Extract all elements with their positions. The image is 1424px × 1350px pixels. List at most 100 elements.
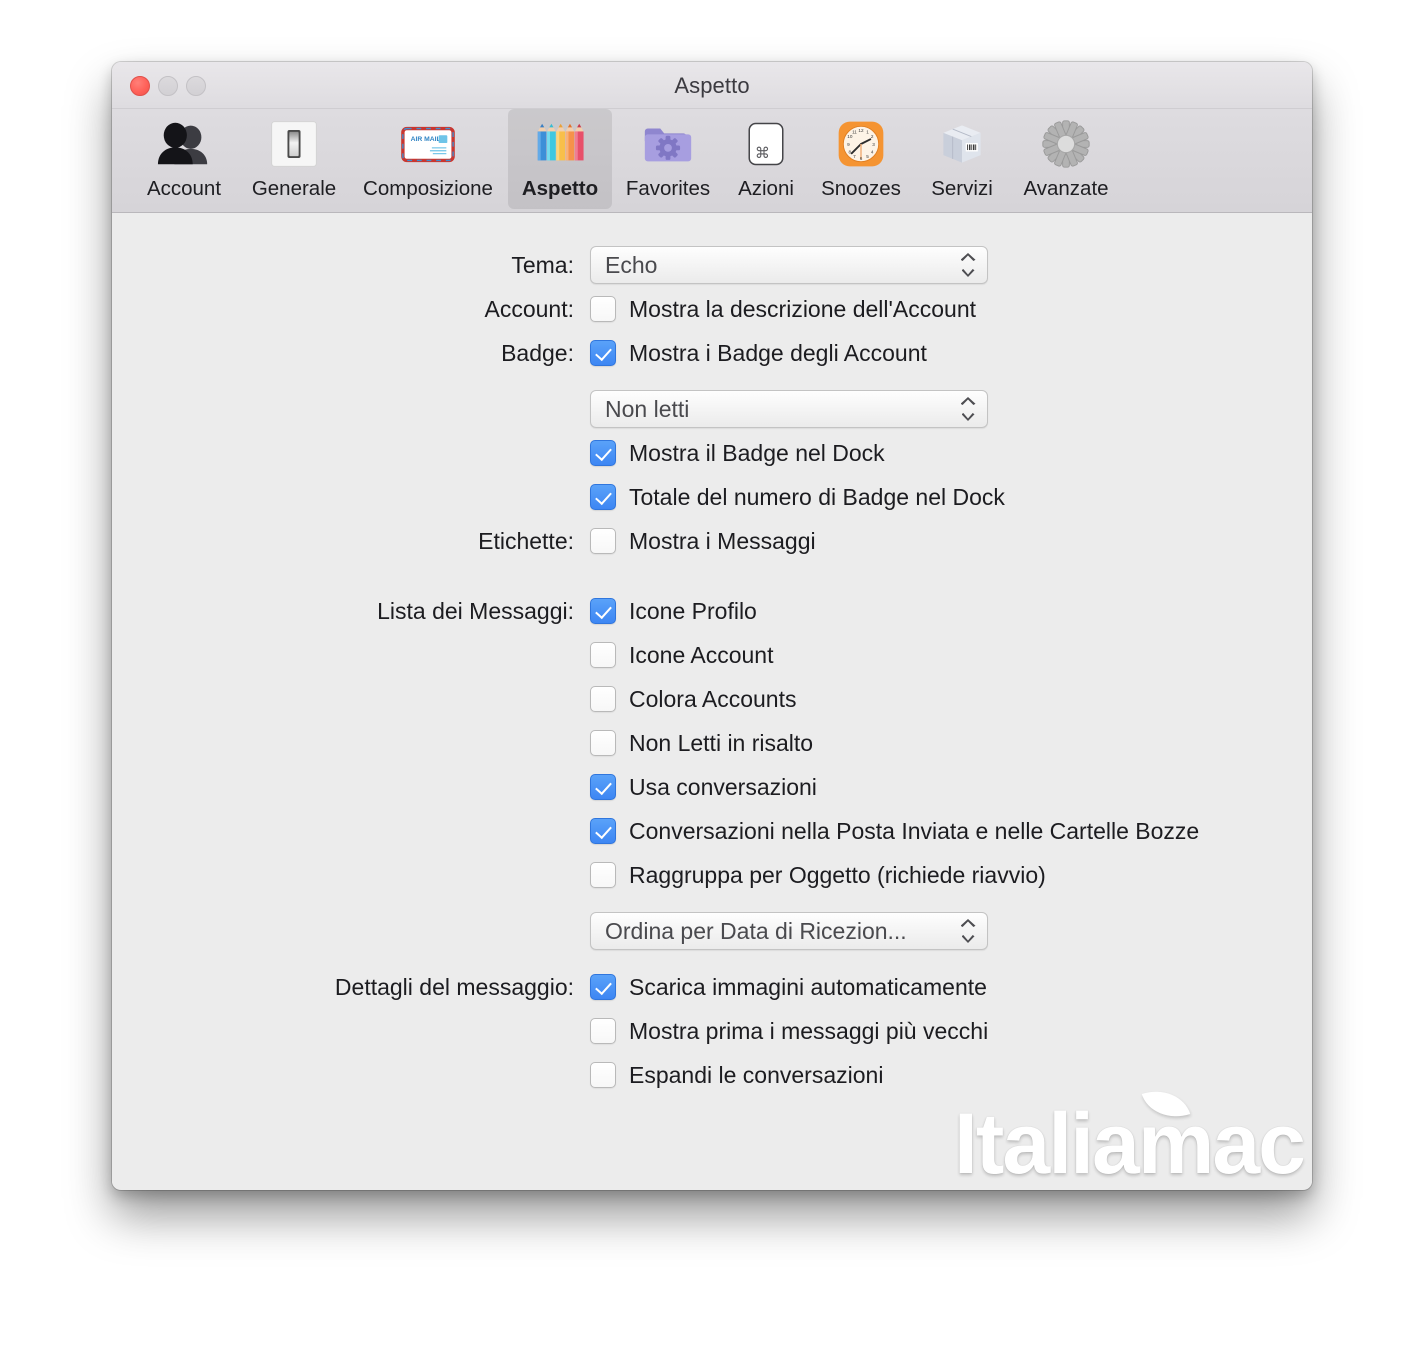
checkbox-scarica-immagini[interactable]: Scarica immagini automaticamente — [590, 974, 987, 1001]
checkbox-box-icon[interactable] — [590, 1018, 616, 1044]
checkbox-box-icon[interactable] — [590, 730, 616, 756]
row-colora-accounts: Colora Accounts — [112, 677, 1312, 721]
toolbar-tab-generale-label: Generale — [251, 177, 337, 200]
toolbar-tab-avanzate-label: Avanzate — [1023, 177, 1109, 200]
dettagli-messaggio-label: Dettagli del messaggio: — [334, 973, 574, 1000]
checkbox-conversazioni-posta-inviata-bozze[interactable]: Conversazioni nella Posta Inviata e nell… — [590, 818, 1199, 845]
checkbox-label: Espandi le conversazioni — [629, 1061, 884, 1088]
checkbox-label: Conversazioni nella Posta Inviata e nell… — [629, 817, 1200, 844]
checkbox-mostra-badge-account[interactable]: Mostra i Badge degli Account — [590, 340, 927, 367]
toolbar-tab-azioni[interactable]: ⌘ Azioni — [724, 109, 808, 209]
checkbox-box-icon[interactable] — [590, 642, 616, 668]
checkbox-raggruppa-per-oggetto[interactable]: Raggruppa per Oggetto (richiede riavvio) — [590, 862, 1046, 889]
row-badge-total-dock: Totale del numero di Badge nel Dock — [112, 475, 1312, 519]
checkbox-mostra-descrizione-account[interactable]: Mostra la descrizione dell'Account — [590, 296, 976, 323]
checkbox-icone-profilo[interactable]: Icone Profilo — [590, 598, 757, 625]
package-box-icon — [933, 115, 991, 173]
row-dettagli-messaggio: Dettagli del messaggio: Scarica immagini… — [112, 965, 1312, 1009]
row-badge-dock: Mostra il Badge nel Dock — [112, 431, 1312, 475]
checkbox-box-icon[interactable] — [590, 774, 616, 800]
toolbar-tab-servizi-label: Servizi — [931, 177, 993, 200]
window-title: Aspetto — [674, 73, 750, 98]
checkbox-box-icon[interactable] — [590, 686, 616, 712]
checkbox-totale-badge-dock[interactable]: Totale del numero di Badge nel Dock — [590, 484, 1005, 511]
sort-order-select[interactable]: Ordina per Data di Ricezion... — [590, 912, 988, 950]
checkbox-box-icon[interactable] — [590, 862, 616, 888]
row-espandi-conversazioni: Espandi le conversazioni — [112, 1053, 1312, 1097]
checkbox-box-icon[interactable] — [590, 818, 616, 844]
checkbox-box-icon[interactable] — [590, 296, 616, 322]
checkbox-box-icon[interactable] — [590, 974, 616, 1000]
row-tema: Tema: Echo — [112, 243, 1312, 287]
checkbox-label: Mostra i Messaggi — [629, 527, 816, 554]
toolbar-tab-aspetto[interactable]: Aspetto — [508, 109, 612, 209]
checkbox-label: Mostra il Badge nel Dock — [629, 439, 885, 466]
checkbox-usa-conversazioni[interactable]: Usa conversazioni — [590, 774, 817, 801]
tema-select-value: Echo — [605, 251, 658, 278]
airmail-icon: AIR MAIL — [399, 115, 457, 173]
checkbox-box-icon[interactable] — [590, 528, 616, 554]
tema-label: Tema: — [511, 251, 574, 278]
pencils-icon — [531, 115, 589, 173]
toolbar-tab-favorites[interactable]: Favorites — [612, 109, 724, 209]
toolbar-tab-avanzate[interactable]: Avanzate — [1010, 109, 1122, 209]
badge-label: Badge: — [501, 339, 574, 366]
toolbar-tab-aspetto-label: Aspetto — [521, 177, 599, 200]
row-non-letti-risalto: Non Letti in risalto — [112, 721, 1312, 765]
window-titlebar: Aspetto — [112, 62, 1312, 109]
checkbox-label: Colora Accounts — [629, 685, 797, 712]
svg-text:8: 8 — [849, 149, 852, 154]
checkbox-label: Usa conversazioni — [629, 773, 817, 800]
clock-icon: 12 3 6 9 1 2 4 5 7 8 10 11 — [832, 115, 890, 173]
svg-text:7: 7 — [853, 154, 856, 159]
toolbar-tab-favorites-label: Favorites — [625, 177, 711, 200]
folder-gear-icon — [639, 115, 697, 173]
checkbox-non-letti-in-risalto[interactable]: Non Letti in risalto — [590, 730, 813, 757]
badge-mode-select-value: Non letti — [605, 395, 690, 422]
checkbox-mostra-messaggi[interactable]: Mostra i Messaggi — [590, 528, 816, 555]
row-ordina-select: Ordina per Data di Ricezion... — [112, 909, 1312, 953]
checkbox-mostra-prima-messaggi-vecchi[interactable]: Mostra prima i messaggi più vecchi — [590, 1018, 988, 1045]
toolbar-tab-snoozes-label: Snoozes — [821, 177, 901, 200]
svg-text:AIR MAIL: AIR MAIL — [411, 136, 441, 143]
badge-mode-select[interactable]: Non letti — [590, 390, 988, 428]
svg-text:10: 10 — [847, 134, 853, 139]
checkbox-label: Totale del numero di Badge nel Dock — [629, 483, 1005, 510]
svg-text:4: 4 — [871, 149, 874, 154]
settings-form: Tema: Echo Account: Mostra la descrizion… — [112, 243, 1312, 1097]
checkbox-label: Mostra la descrizione dell'Account — [629, 295, 976, 322]
italiamac-watermark: Italiamac — [954, 1081, 1306, 1187]
checkbox-box-icon[interactable] — [590, 340, 616, 366]
toolbar-tab-azioni-label: Azioni — [738, 177, 794, 200]
checkbox-label: Scarica immagini automaticamente — [629, 973, 987, 1000]
preferences-toolbar: Account Generale AIR MAIL Composizione A… — [112, 109, 1312, 213]
people-icon — [155, 115, 213, 173]
checkbox-mostra-badge-dock[interactable]: Mostra il Badge nel Dock — [590, 440, 885, 467]
row-raggruppa-oggetto: Raggruppa per Oggetto (richiede riavvio) — [112, 853, 1312, 897]
row-conversazioni-posta-inviata: Conversazioni nella Posta Inviata e nell… — [112, 809, 1312, 853]
checkbox-label: Raggruppa per Oggetto (richiede riavvio) — [629, 861, 1046, 888]
checkbox-colora-accounts[interactable]: Colora Accounts — [590, 686, 796, 713]
svg-text:11: 11 — [852, 129, 857, 134]
checkbox-box-icon[interactable] — [590, 440, 616, 466]
svg-text:9: 9 — [847, 142, 850, 147]
toolbar-tab-composizione-label: Composizione — [363, 177, 493, 200]
svg-text:6: 6 — [860, 156, 863, 161]
toolbar-tab-servizi[interactable]: Servizi — [914, 109, 1010, 209]
checkbox-box-icon[interactable] — [590, 484, 616, 510]
watermark-text: Italiamac — [953, 1096, 1306, 1190]
checkbox-icone-account[interactable]: Icone Account — [590, 642, 774, 669]
toolbar-tab-snoozes[interactable]: 12 3 6 9 1 2 4 5 7 8 10 11 Snoozes — [808, 109, 914, 209]
checkbox-espandi-conversazioni[interactable]: Espandi le conversazioni — [590, 1062, 883, 1089]
toolbar-tab-composizione[interactable]: AIR MAIL Composizione — [348, 109, 508, 209]
screenshot-stage: Aspetto Account Generale AIR MAIL Compos… — [0, 0, 1424, 1350]
toolbar-tab-generale[interactable]: Generale — [240, 109, 348, 209]
checkbox-box-icon[interactable] — [590, 1062, 616, 1088]
toolbar-tab-account[interactable]: Account — [128, 109, 240, 209]
svg-text:2: 2 — [871, 134, 874, 139]
svg-text:5: 5 — [866, 154, 869, 159]
preferences-window: Aspetto Account Generale AIR MAIL Compos… — [112, 62, 1312, 1190]
tema-select[interactable]: Echo — [590, 246, 988, 284]
account-label: Account: — [484, 295, 575, 322]
checkbox-box-icon[interactable] — [590, 598, 616, 624]
